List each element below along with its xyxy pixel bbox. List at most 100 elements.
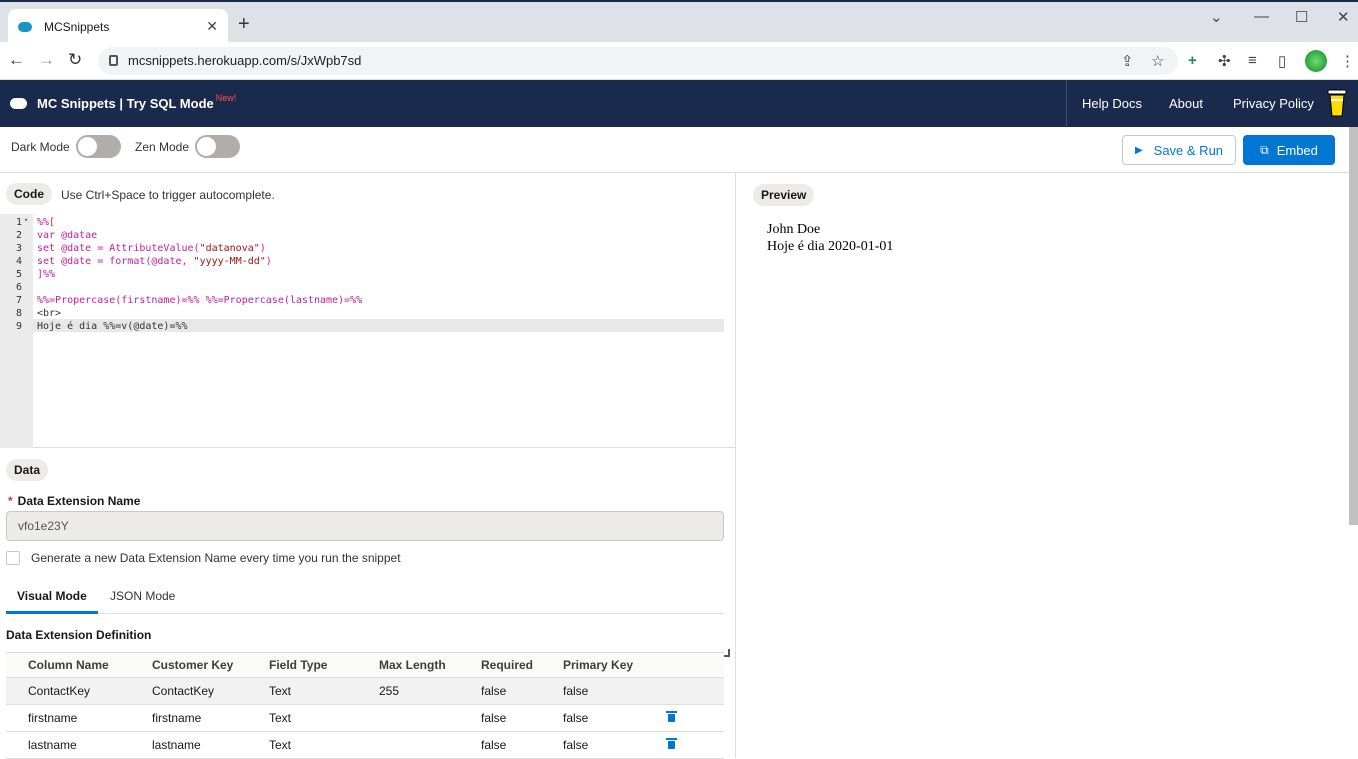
url-input[interactable]: mcsnippets.herokuapp.com/s/JxWpb7sd	[98, 47, 1178, 75]
cell-max-length[interactable]	[357, 731, 459, 759]
cell-actions	[645, 731, 724, 759]
cell-field-type[interactable]: Text	[247, 704, 357, 732]
table-row[interactable]: firstname firstname Text false false	[6, 704, 724, 732]
chrome-menu-icon[interactable]: ⋮	[1340, 52, 1355, 70]
play-icon: ▶	[1134, 144, 1143, 156]
pane-divider[interactable]	[735, 173, 736, 758]
page-scrollbar[interactable]	[1349, 127, 1358, 525]
buy-me-a-coffee-icon[interactable]	[1327, 88, 1347, 118]
table-row[interactable]: ContactKey ContactKey Text 255 false fal…	[6, 677, 724, 705]
lock-icon	[109, 55, 118, 66]
column-header: Max Length	[357, 652, 459, 678]
side-panel-icon[interactable]: ▯	[1278, 52, 1286, 70]
browser-tab[interactable]: MCSnippets ✕	[8, 9, 228, 44]
cell-customer-key[interactable]: firstname	[130, 704, 247, 732]
cell-primary-key[interactable]: false	[541, 704, 645, 732]
cell-customer-key[interactable]: ContactKey	[130, 677, 247, 705]
cell-column-name[interactable]: ContactKey	[6, 677, 130, 705]
embed-button[interactable]: ⧉ Embed	[1243, 135, 1335, 165]
cell-required[interactable]: false	[459, 677, 541, 705]
column-header: Required	[459, 652, 541, 678]
tab-json-mode[interactable]: JSON Mode	[110, 589, 175, 613]
cell-field-type[interactable]: Text	[247, 677, 357, 705]
column-header: Field Type	[247, 652, 357, 678]
nav-privacy-policy[interactable]: Privacy Policy	[1233, 96, 1314, 111]
nav-about[interactable]: About	[1169, 96, 1203, 111]
share-box-icon: ⧉	[1260, 142, 1269, 157]
code-line: <br>	[37, 308, 62, 319]
line-number: 4	[15, 256, 22, 267]
line-number: 1	[15, 217, 22, 228]
column-header: Primary Key	[541, 652, 645, 678]
save-run-label: Save & Run	[1153, 142, 1224, 158]
back-icon[interactable]: ←	[8, 50, 25, 70]
de-definition-heading: Data Extension Definition	[6, 628, 152, 642]
code-line: set @date = AttributeValue("datanova")	[37, 243, 266, 254]
cell-required[interactable]: false	[459, 731, 541, 759]
cell-max-length[interactable]: 255	[357, 677, 459, 705]
share-icon[interactable]: ⇪	[1121, 52, 1134, 70]
zen-mode-toggle[interactable]	[195, 135, 240, 158]
dark-mode-toggle[interactable]	[76, 135, 121, 158]
brand[interactable]: MC Snippets | Try SQL Mode New!	[10, 92, 237, 111]
close-tab-icon[interactable]: ✕	[206, 18, 218, 35]
line-number: 5	[15, 269, 22, 280]
extension-plus-icon[interactable]: +	[1188, 52, 1197, 69]
delete-row-icon[interactable]	[666, 711, 677, 722]
code-line: var @datae	[37, 230, 98, 241]
extensions-puzzle-icon[interactable]: ✣	[1218, 52, 1231, 70]
nav-help-docs[interactable]: Help Docs	[1082, 96, 1142, 111]
cell-required[interactable]: false	[459, 704, 541, 732]
line-number: 3	[15, 243, 22, 254]
line-number: 8	[15, 308, 22, 319]
cell-customer-key[interactable]: lastname	[130, 731, 247, 759]
reading-list-icon[interactable]: ≡	[1248, 52, 1257, 69]
tab-visual-mode[interactable]: Visual Mode	[6, 589, 98, 614]
generate-name-checkbox[interactable]	[6, 551, 20, 565]
table-row[interactable]: lastname lastname Text false false	[6, 731, 724, 759]
mode-tabs: Visual Mode JSON Mode	[6, 580, 724, 614]
nav-divider	[1066, 80, 1067, 127]
new-badge: New!	[215, 92, 237, 103]
generate-name-label: Generate a new Data Extension Name every…	[31, 551, 401, 565]
fold-arrow-icon[interactable]: ▾	[24, 216, 28, 224]
de-name-label: * Data Extension Name	[8, 494, 140, 508]
code-line: %%[	[37, 217, 56, 228]
cell-max-length[interactable]	[357, 704, 459, 732]
maximize-icon[interactable]: ☐	[1295, 8, 1308, 26]
cell-column-name[interactable]: lastname	[6, 731, 130, 759]
line-number: 2	[15, 230, 22, 241]
delete-row-icon[interactable]	[666, 738, 677, 749]
column-header: Customer Key	[130, 652, 247, 678]
cell-column-name[interactable]: firstname	[6, 704, 130, 732]
code-line: %%=Propercase(firstname)=%% %%=Propercas…	[37, 295, 363, 306]
browser-tab-title: MCSnippets	[44, 19, 110, 34]
code-editor[interactable]: 1 2 3 4 5 6 7 8 9 ▾ %%[ var @datae set @…	[0, 214, 735, 657]
cloud-logo-icon	[10, 98, 27, 109]
zen-mode-label: Zen Mode	[135, 140, 190, 154]
reload-icon[interactable]: ↻	[68, 50, 82, 70]
salesforce-cloud-icon	[18, 21, 32, 32]
line-number: 7	[15, 295, 22, 306]
tab-search-icon[interactable]: ⌄	[1210, 8, 1223, 26]
new-tab-icon[interactable]: +	[238, 14, 250, 34]
toolbar: Dark Mode Zen Mode ▶ Save & Run ⧉ Embed	[0, 127, 1358, 173]
code-line: set @date = format(@date, "yyyy-MM-dd")	[37, 256, 272, 267]
minimize-icon[interactable]: —	[1254, 8, 1269, 25]
save-run-button[interactable]: ▶ Save & Run	[1122, 135, 1236, 165]
table-header-row: Column Name Customer Key Field Type Max …	[6, 652, 724, 678]
cell-primary-key[interactable]: false	[541, 731, 645, 759]
cell-field-type[interactable]: Text	[247, 731, 357, 759]
preview-section-label: Preview	[753, 184, 815, 206]
cell-primary-key[interactable]: false	[541, 677, 645, 705]
profile-avatar[interactable]	[1305, 50, 1327, 72]
window-close-icon[interactable]: ✕	[1337, 8, 1350, 26]
dark-mode-label: Dark Mode	[11, 140, 70, 154]
required-asterisk: *	[8, 494, 13, 508]
bookmark-star-icon[interactable]: ☆	[1151, 52, 1164, 70]
browser-tab-bar: MCSnippets ✕ + ⌄ — ☐ ✕	[0, 0, 1358, 44]
line-number: 6	[15, 282, 22, 293]
de-name-input[interactable]: vfo1e23Y	[6, 511, 724, 541]
forward-icon[interactable]: →	[38, 50, 55, 70]
column-header: Column Name	[6, 652, 130, 678]
